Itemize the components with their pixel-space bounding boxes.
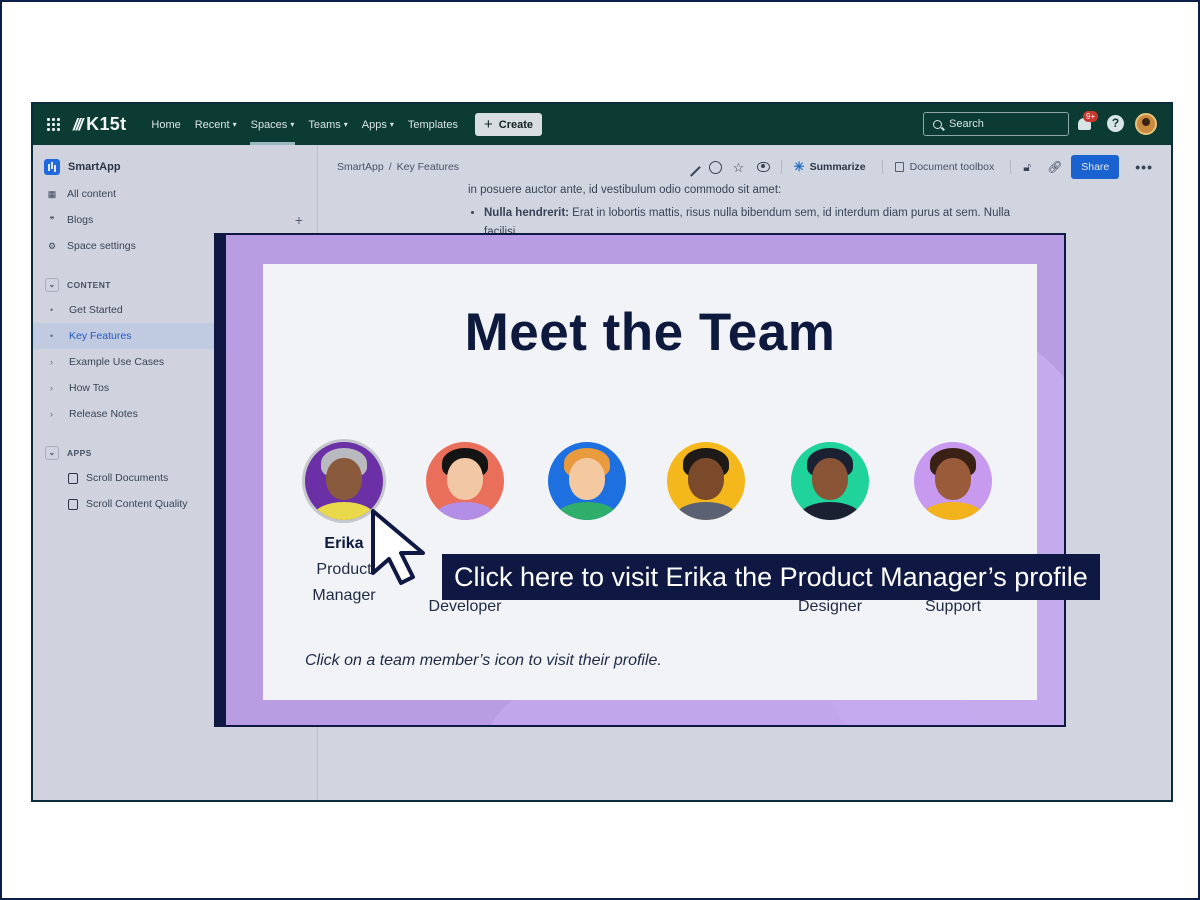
nav-item-label: Templates [407, 118, 458, 131]
slide-overlay: Meet the Team ErikaProductManagerSeniorD… [214, 233, 1066, 727]
plus-icon: + [483, 116, 493, 133]
slide-card: Meet the Team ErikaProductManagerSeniorD… [263, 264, 1037, 700]
nav-item-spaces[interactable]: Spaces ▾ [244, 104, 302, 145]
member-avatar[interactable] [914, 442, 992, 520]
avatar-body [799, 502, 861, 520]
screenshot: /// K15t Home Recent ▾ Spaces ▾ Teams ▾ Apps ▾ Te… [31, 102, 1173, 802]
avatar-body [313, 502, 375, 520]
nav-item-recent[interactable]: Recent ▾ [188, 104, 244, 145]
nav-menu: Home Recent ▾ Spaces ▾ Teams ▾ Apps ▾ Templates [144, 104, 465, 145]
callout-tooltip: Click here to visit Erika the Product Ma… [442, 554, 1100, 600]
slide-hint: Click on a team member’s icon to visit t… [305, 652, 662, 669]
help-button[interactable]: ? [1107, 115, 1124, 132]
notification-badge: 9+ [1083, 111, 1099, 122]
chevron-down-icon: ▾ [290, 120, 295, 129]
search-placeholder: Search [949, 118, 984, 130]
avatar-body [556, 502, 618, 520]
logo[interactable]: /// K15t [73, 114, 126, 135]
notifications-button[interactable]: 9+ [1078, 111, 1099, 133]
chevron-down-icon: ▾ [389, 120, 394, 129]
avatar-face [688, 458, 724, 500]
user-avatar[interactable] [1135, 113, 1157, 135]
nav-item-apps[interactable]: Apps ▾ [355, 104, 401, 145]
slide-title: Meet the Team [464, 303, 836, 362]
chevron-down-icon: ▾ [343, 120, 348, 129]
mouse-pointer-icon [371, 509, 425, 585]
nav-item-teams[interactable]: Teams ▾ [301, 104, 354, 145]
outer-frame: /// K15t Home Recent ▾ Spaces ▾ Teams ▾ Apps ▾ Te… [0, 0, 1200, 900]
avatar-body [922, 502, 984, 520]
member-avatar[interactable] [667, 442, 745, 520]
avatar-body [675, 502, 737, 520]
nav-item-label: Apps [361, 118, 387, 131]
avatar-face [935, 458, 971, 500]
nav-item-templates[interactable]: Templates [401, 104, 465, 145]
avatar-body [434, 502, 496, 520]
create-label: Create [498, 118, 533, 131]
search-input[interactable]: Search [923, 112, 1069, 136]
top-navigation: /// K15t Home Recent ▾ Spaces ▾ Teams ▾ Apps ▾ Te… [33, 104, 1171, 145]
search-icon [933, 119, 942, 129]
avatar-face [812, 458, 848, 500]
avatar-face [326, 458, 362, 500]
app-switcher-icon[interactable] [47, 117, 61, 132]
nav-item-label: Recent [194, 118, 230, 131]
nav-item-home[interactable]: Home [144, 104, 187, 145]
avatar-face [569, 458, 605, 500]
member-avatar[interactable] [791, 442, 869, 520]
create-button[interactable]: + Create [474, 113, 542, 136]
logo-text: K15t [86, 114, 127, 134]
logo-mark-icon: /// [73, 114, 83, 134]
nav-item-label: Spaces [250, 118, 288, 131]
nav-item-label: Home [151, 118, 181, 131]
member-avatar[interactable] [548, 442, 626, 520]
avatar-face [447, 458, 483, 500]
nav-item-label: Teams [308, 118, 341, 131]
chevron-down-icon: ▾ [232, 120, 237, 129]
